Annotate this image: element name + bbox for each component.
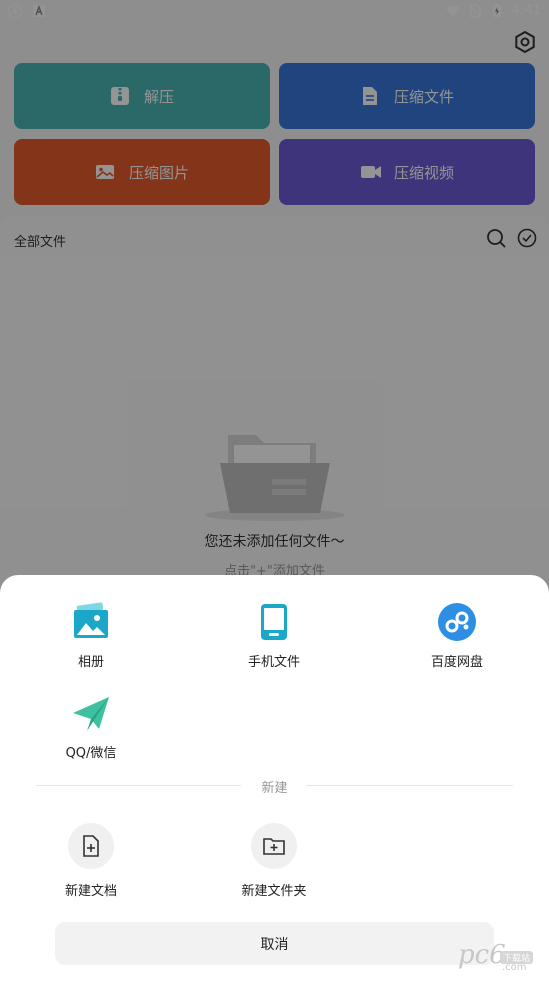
source-phone-files[interactable]: 手机文件: [214, 602, 334, 670]
source-baidu-cloud[interactable]: 百度网盘: [397, 602, 517, 670]
new-document-label: 新建文档: [64, 884, 117, 899]
new-document-button[interactable]: 新建文档: [21, 823, 161, 899]
photo-album-icon: [71, 602, 111, 642]
divider-right: [306, 785, 513, 786]
app-screen: 4:41 解压 压缩文件 压缩图片 压缩视频 全部文件 您还未添加任何文件～ 点…: [0, 0, 549, 983]
paper-plane-icon: [71, 693, 111, 733]
watermark-domain: .com: [502, 962, 527, 973]
create-section-label: 新建: [261, 781, 288, 796]
new-folder-icon: [251, 823, 297, 869]
add-file-bottom-sheet: 相册 手机文件 百度网盘 QQ/微信 新建 新建文档 新建文件夹 取消: [0, 575, 549, 983]
phone-icon: [254, 602, 294, 642]
new-folder-label: 新建文件夹: [241, 884, 307, 899]
source-phone-files-label: 手机文件: [247, 655, 300, 670]
source-qq-wechat[interactable]: QQ/微信: [31, 693, 151, 761]
new-document-icon: [68, 823, 114, 869]
cancel-button[interactable]: 取消: [55, 922, 494, 965]
new-folder-button[interactable]: 新建文件夹: [204, 823, 344, 899]
baidu-cloud-icon: [437, 602, 477, 642]
watermark-logo: pc6: [458, 940, 506, 970]
source-qq-wechat-label: QQ/微信: [65, 746, 117, 761]
source-baidu-cloud-label: 百度网盘: [430, 655, 483, 670]
source-photo-album[interactable]: 相册: [31, 602, 151, 670]
source-photo-album-label: 相册: [77, 655, 104, 670]
